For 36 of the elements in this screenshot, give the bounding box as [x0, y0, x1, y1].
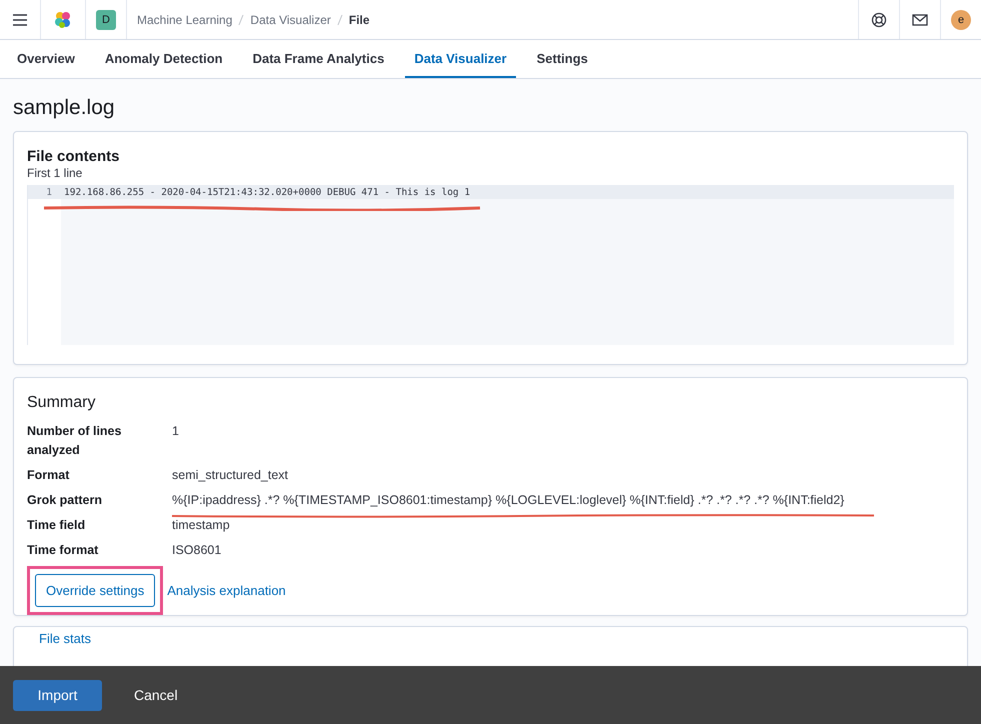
- breadcrumb-link[interactable]: File: [348, 12, 370, 26]
- summary-value: 1: [172, 423, 179, 440]
- mail-icon[interactable]: [912, 14, 928, 26]
- nav-tab[interactable]: Anomaly Detection: [96, 40, 232, 78]
- nav-tab[interactable]: Settings: [528, 40, 597, 78]
- nav-tab[interactable]: Data Visualizer: [405, 40, 516, 78]
- summary-label: Time field: [27, 517, 86, 534]
- summary-label: Number of lines analyzed: [27, 423, 122, 459]
- help-icon[interactable]: [871, 12, 887, 28]
- nav-tab[interactable]: Overview: [8, 40, 84, 78]
- summary-value: %{IP:ipaddress} .*? %{TIMESTAMP_ISO8601:timestamp} %{LOGLEVEL:loglevel} %{INT:field} .*? .*? .*? .*? %{INT:field2}: [172, 492, 844, 509]
- import-button[interactable]: Import: [13, 680, 102, 710]
- line-number: 1: [45, 186, 53, 198]
- code-line: 192.168.86.255 - 2020-04-15T21:43:32.020+0000 DEBUG 471 - This is log 1: [64, 186, 470, 198]
- summary-value: timestamp: [172, 517, 230, 534]
- cancel-button[interactable]: Cancel: [128, 686, 184, 704]
- summary-value: semi_structured_text: [172, 467, 288, 484]
- override-settings-button[interactable]: Override settings: [35, 574, 156, 607]
- panel-title: File contents: [27, 148, 121, 165]
- summary-label: Format: [27, 467, 70, 484]
- summary-value: ISO8601: [172, 542, 222, 559]
- space-badge[interactable]: D: [96, 10, 116, 30]
- breadcrumb-link[interactable]: Machine Learning: [137, 12, 232, 26]
- line-count-text: First 1 line: [27, 166, 84, 180]
- page-title: sample.log: [13, 96, 116, 120]
- breadcrumb-separator-icon: [238, 14, 244, 26]
- summary-label: Grok pattern: [27, 492, 104, 509]
- analysis-explanation-link[interactable]: Analysis explanation: [167, 583, 286, 598]
- panel-title: Summary: [27, 394, 96, 412]
- summary-label: Time format: [27, 542, 100, 559]
- file-stats-link[interactable]: File stats: [39, 631, 92, 648]
- logo-icon[interactable]: [53, 10, 73, 30]
- breadcrumb-separator-icon: [336, 14, 343, 26]
- nav-tab[interactable]: Data Frame Analytics: [244, 40, 394, 78]
- user-avatar[interactable]: e: [951, 10, 971, 30]
- breadcrumb-link[interactable]: Data Visualizer: [250, 12, 331, 26]
